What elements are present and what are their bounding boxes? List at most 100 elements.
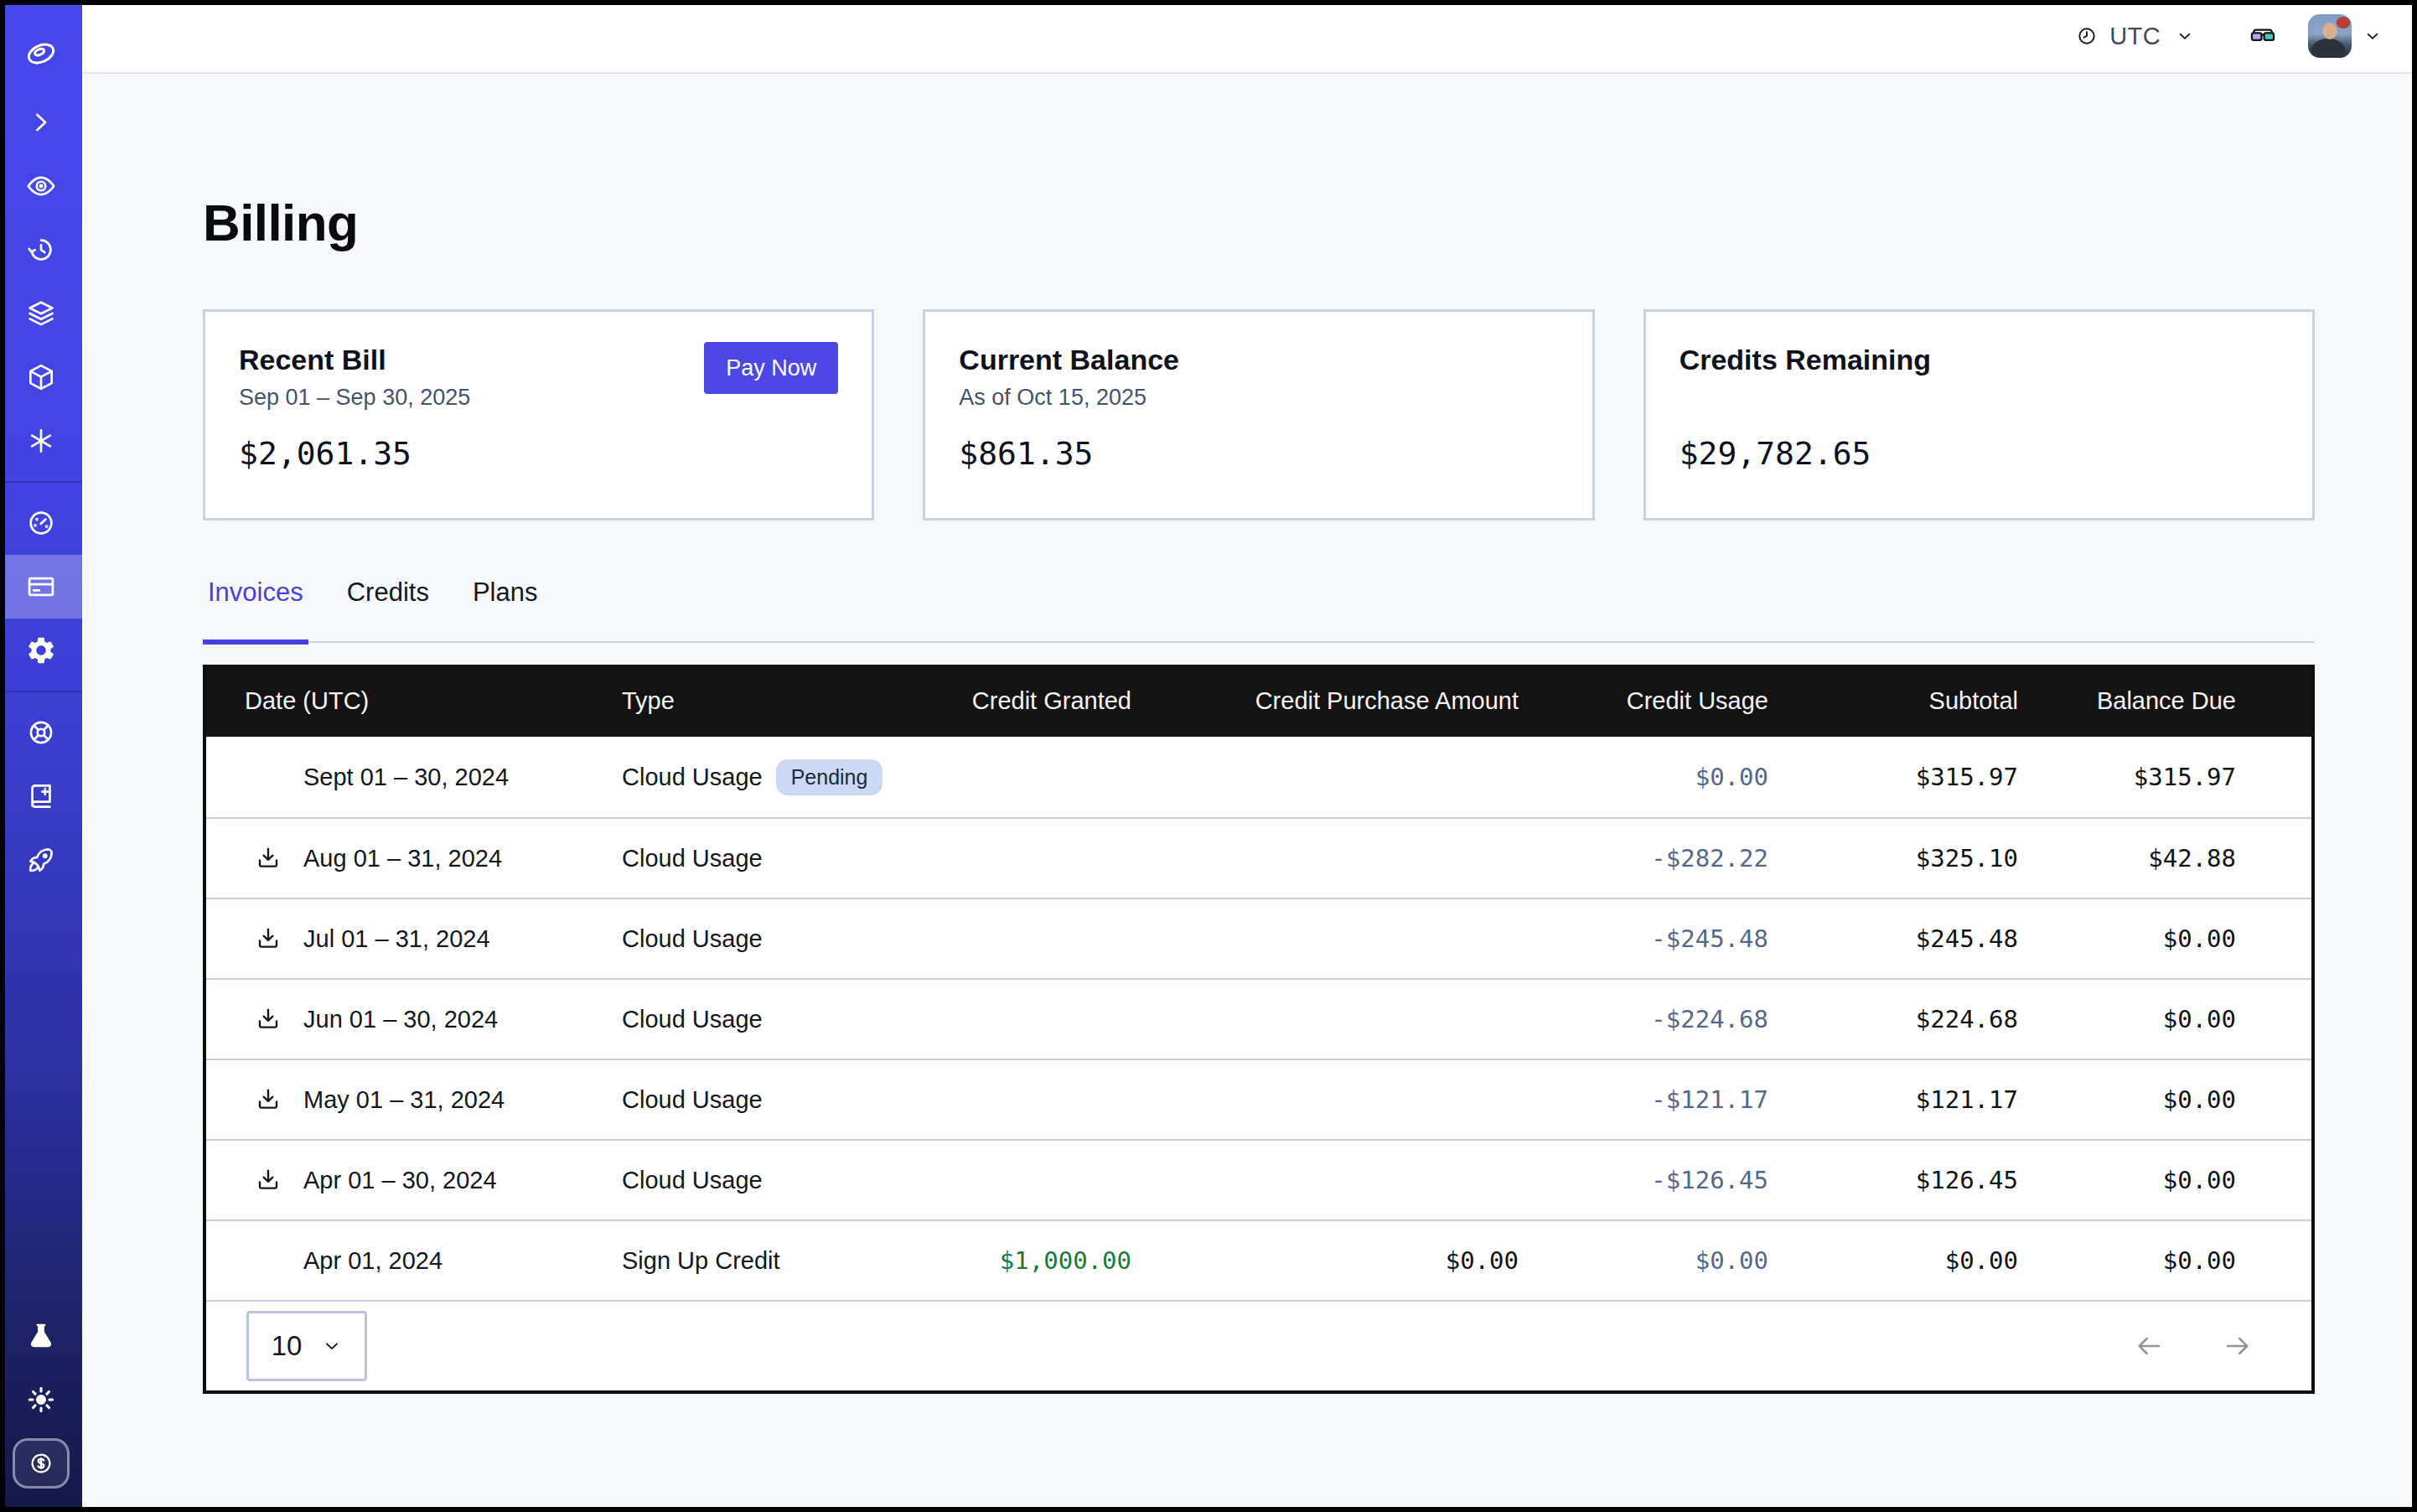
column-header: Credit Granted: [957, 687, 1131, 715]
invoice-date-cell: Sept 01 – 30, 2024: [206, 764, 622, 791]
prev-page-arrow-icon[interactable]: [2134, 1331, 2164, 1361]
balance-due-cell: $315.97: [2018, 763, 2236, 791]
chevron-right-icon: [25, 106, 57, 138]
invoice-date-cell: Apr 01, 2024: [206, 1247, 622, 1275]
sidebar-item-sun[interactable]: [0, 1368, 82, 1432]
invoice-type: Cloud Usage: [622, 764, 763, 791]
gauge-icon: [25, 507, 57, 539]
billing-page: UTC Billing Recent Bill Sep 01 – Sep 30,…: [0, 0, 2417, 1512]
eye-swirl-icon: [25, 170, 57, 202]
invoice-date: Jun 01 – 30, 2024: [303, 1006, 498, 1033]
credit-usage-cell: -$224.68: [1519, 1005, 1768, 1033]
invoices-table: Date (UTC)TypeCredit GrantedCredit Purch…: [203, 665, 2315, 1394]
table-row: Apr 01, 2024Sign Up Credit$1,000.00$0.00…: [206, 1219, 2311, 1300]
sidebar: [0, 0, 82, 1512]
invoice-date: Apr 01, 2024: [303, 1247, 443, 1275]
timer-icon: [25, 234, 57, 266]
invoice-type: Cloud Usage: [622, 1086, 763, 1114]
sidebar-divider: [0, 691, 82, 692]
balance-due-cell: $0.00: [2018, 1085, 2236, 1114]
summary-cards: Recent Bill Sep 01 – Sep 30, 2025 $2,061…: [203, 309, 2315, 520]
subtotal-cell: $0.00: [1768, 1246, 2018, 1275]
invoice-date-cell: Jun 01 – 30, 2024: [206, 1006, 622, 1033]
sidebar-item-eye-swirl[interactable]: [0, 154, 82, 218]
page-title: Billing: [203, 193, 2315, 252]
download-invoice-icon[interactable]: [255, 1167, 282, 1194]
invoice-date-cell: Jul 01 – 31, 2024: [206, 925, 622, 953]
column-header: Credit Purchase Amount: [1131, 687, 1519, 715]
credit-usage-cell: $0.00: [1519, 763, 1768, 791]
tab-credits[interactable]: Credits: [342, 577, 434, 645]
status-badge: Pending: [776, 759, 883, 795]
balance-due-cell: $0.00: [2018, 1246, 2236, 1275]
sidebar-spacer: [0, 892, 82, 1304]
invoice-type: Cloud Usage: [622, 845, 763, 873]
tab-plans[interactable]: Plans: [468, 577, 543, 645]
sidebar-item-ship-wheel[interactable]: [0, 701, 82, 764]
main-content: Billing Recent Bill Sep 01 – Sep 30, 202…: [82, 75, 2417, 1512]
sidebar-item-flask[interactable]: [0, 1304, 82, 1368]
user-menu-chevron-icon[interactable]: [2363, 27, 2382, 45]
sidebar-item-layers[interactable]: [0, 282, 82, 345]
flask-icon: [25, 1320, 57, 1352]
invoice-date: Jul 01 – 31, 2024: [303, 925, 490, 953]
column-header: Balance Due: [2018, 687, 2236, 715]
download-invoice-icon[interactable]: [255, 1086, 282, 1113]
sidebar-item-asterisk[interactable]: [0, 409, 82, 473]
sidebar-item-cube[interactable]: [0, 345, 82, 409]
current-balance-card: Current Balance As of Oct 15, 2025 $861.…: [923, 309, 1594, 520]
sidebar-item-dollar-badge[interactable]: [13, 1438, 70, 1489]
sidebar-item-gauge[interactable]: [0, 491, 82, 555]
card-title: Current Balance: [959, 344, 1558, 376]
column-header: Credit Usage: [1519, 687, 1768, 715]
timezone-selector[interactable]: UTC: [2076, 23, 2194, 50]
sidebar-item-chevron-right[interactable]: [0, 91, 82, 154]
page-size-value: 10: [272, 1330, 303, 1362]
download-invoice-icon[interactable]: [255, 845, 282, 872]
balance-due-cell: $0.00: [2018, 1166, 2236, 1194]
card-subtitle: As of Oct 15, 2025: [959, 385, 1558, 413]
invoice-type-cell: Cloud Usage Pending: [622, 759, 957, 795]
sidebar-item-credit-card[interactable]: [0, 555, 82, 619]
invoice-type: Cloud Usage: [622, 1006, 763, 1033]
sidebar-item-timer[interactable]: [0, 218, 82, 282]
subtotal-cell: $245.48: [1768, 924, 2018, 953]
pay-now-button[interactable]: Pay Now: [704, 342, 838, 394]
glasses-3d-icon[interactable]: [2249, 23, 2276, 49]
table-row: Jul 01 – 31, 2024Cloud Usage-$245.48$245…: [206, 898, 2311, 978]
card-amount: $2,061.35: [239, 435, 838, 472]
credit-usage-cell: -$121.17: [1519, 1085, 1768, 1114]
download-invoice-icon[interactable]: [255, 925, 282, 952]
tabs: Invoices Credits Plans: [203, 577, 2315, 643]
next-page-arrow-icon[interactable]: [2223, 1331, 2253, 1361]
avatar[interactable]: [2308, 14, 2352, 58]
table-header: Date (UTC)TypeCredit GrantedCredit Purch…: [206, 665, 2311, 737]
table-row: Sept 01 – 30, 2024Cloud Usage Pending $0.0…: [206, 737, 2311, 817]
balance-due-cell: $42.88: [2018, 844, 2236, 873]
credit-usage-cell: $0.00: [1519, 1246, 1768, 1275]
invoice-date-cell: May 01 – 31, 2024: [206, 1086, 622, 1114]
invoice-date: Aug 01 – 31, 2024: [303, 845, 502, 873]
table-row: Aug 01 – 31, 2024Cloud Usage-$282.22$325…: [206, 817, 2311, 898]
subtotal-cell: $224.68: [1768, 1005, 2018, 1033]
rocket-icon: [25, 844, 57, 876]
credit-usage-cell: -$282.22: [1519, 844, 1768, 873]
column-header: Subtotal: [1768, 687, 2018, 715]
sidebar-item-book-plus[interactable]: [0, 764, 82, 828]
table-footer: 10: [206, 1300, 2311, 1390]
credit-usage-cell: -$245.48: [1519, 924, 1768, 953]
sidebar-item-gear[interactable]: [0, 619, 82, 682]
subtotal-cell: $126.45: [1768, 1166, 2018, 1194]
tab-invoices[interactable]: Invoices: [203, 577, 308, 645]
sidebar-item-rocket[interactable]: [0, 828, 82, 892]
book-plus-icon: [25, 780, 57, 812]
invoice-type-cell: Cloud Usage: [622, 1167, 957, 1194]
download-invoice-icon[interactable]: [255, 1006, 282, 1033]
credit-granted-cell: $1,000.00: [957, 1246, 1131, 1275]
card-subtitle: [1679, 385, 2279, 413]
page-size-select[interactable]: 10: [246, 1311, 367, 1381]
layers-icon: [25, 298, 57, 329]
recent-bill-card: Recent Bill Sep 01 – Sep 30, 2025 $2,061…: [203, 309, 874, 520]
sidebar-item-logo-orbit[interactable]: [0, 23, 82, 84]
card-title: Credits Remaining: [1679, 344, 2279, 376]
